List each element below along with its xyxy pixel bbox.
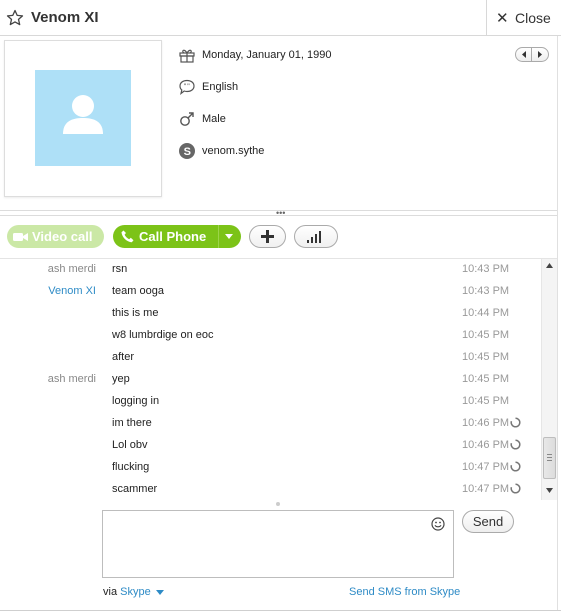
chevron-down-icon[interactable] — [225, 234, 233, 239]
message-row: ash merdi yep 10:45 PM — [0, 369, 541, 391]
via-prefix: via — [103, 586, 118, 598]
call-split-divider — [218, 225, 219, 248]
message-text: Lol obv — [112, 439, 148, 451]
message-time: 10:44 PM — [462, 307, 510, 319]
message-text: team ooga — [112, 285, 164, 297]
message-text: scammer — [112, 483, 158, 495]
message-row: im there 10:46 PM — [0, 413, 541, 435]
send-via-selector: via Skype — [103, 586, 164, 598]
compose-resize-handle[interactable] — [276, 502, 280, 506]
gender-value: Male — [202, 113, 226, 125]
scroll-up-arrow-icon[interactable] — [546, 263, 553, 268]
message-text: w8 lumbrdige on eoc — [112, 329, 214, 341]
call-quality-button[interactable] — [294, 225, 338, 248]
message-time: 10:45 PM — [462, 329, 510, 341]
spinner-icon — [510, 439, 521, 450]
call-phone-button[interactable]: Call Phone — [113, 225, 241, 248]
close-icon: ✕ — [496, 10, 509, 27]
message-row: w8 lumbrdige on eoc 10:45 PM — [0, 325, 541, 347]
spinner-icon — [510, 461, 521, 472]
message-time: 10:46 PM — [462, 417, 510, 429]
spinner-icon — [510, 417, 521, 428]
speech-bubble-icon: " " — [179, 79, 195, 96]
message-sender[interactable]: ash merdi — [48, 373, 96, 385]
message-text: logging in — [112, 395, 160, 407]
message-time: 10:45 PM — [462, 373, 510, 385]
message-row: after 10:45 PM — [0, 347, 541, 369]
message-sender[interactable]: Venom XI — [48, 285, 96, 297]
chevron-down-icon[interactable] — [155, 589, 164, 595]
message-row: Lol obv 10:46 PM — [0, 435, 541, 457]
avatar-frame — [4, 40, 162, 197]
conversation-header: Venom XI ✕ Close — [0, 0, 561, 36]
message-row: Venom XI team ooga 10:43 PM — [0, 281, 541, 303]
chat-scrollbar[interactable] — [541, 259, 557, 500]
male-symbol-icon — [180, 112, 194, 126]
message-row: logging in 10:45 PM — [0, 391, 541, 413]
message-text: flucking — [112, 461, 150, 473]
message-row: this is me 10:44 PM — [0, 303, 541, 325]
message-row: scammer 10:47 PM — [0, 479, 541, 500]
contact-name-title: Venom XI — [31, 9, 99, 26]
star-icon[interactable] — [6, 9, 24, 27]
message-time: 10:43 PM — [462, 285, 510, 297]
message-sender[interactable]: ash merdi — [48, 263, 96, 275]
message-input[interactable] — [102, 510, 454, 578]
window-right-edge — [557, 36, 558, 610]
gift-icon — [179, 49, 195, 63]
send-button[interactable]: Send — [462, 510, 514, 533]
spinner-icon — [510, 483, 521, 494]
message-text: yep — [112, 373, 130, 385]
svg-text:": " — [187, 84, 190, 91]
profile-nav-arrows — [515, 47, 549, 62]
video-call-label: Video call — [32, 229, 93, 244]
close-label: Close — [515, 10, 551, 26]
video-camera-icon — [13, 233, 28, 241]
message-text: rsn — [112, 263, 128, 275]
scrollbar-thumb[interactable] — [543, 437, 556, 479]
next-arrow-button[interactable] — [532, 48, 548, 61]
scroll-down-arrow-icon[interactable] — [546, 488, 553, 493]
close-button[interactable]: ✕ Close — [486, 0, 561, 36]
send-sms-link[interactable]: Send SMS from Skype — [349, 586, 460, 598]
window-bottom-edge — [0, 610, 561, 611]
chevron-right-icon — [538, 51, 542, 58]
skype-name-value: venom.sythe — [202, 145, 265, 157]
default-user-icon — [63, 95, 103, 134]
video-call-button[interactable]: Video call — [7, 225, 104, 248]
message-row: ash merdi rsn 10:43 PM — [0, 259, 541, 281]
message-time: 10:47 PM — [462, 483, 510, 495]
plus-icon — [261, 230, 274, 243]
phone-icon — [121, 230, 134, 243]
smiley-icon[interactable] — [431, 517, 445, 531]
message-time: 10:47 PM — [462, 461, 510, 473]
via-skype-link[interactable]: Skype — [120, 586, 151, 598]
callbar-divider — [0, 215, 557, 216]
svg-text:S: S — [184, 146, 191, 158]
message-text: this is me — [112, 307, 159, 319]
add-participant-button[interactable] — [249, 225, 286, 248]
call-phone-label: Call Phone — [139, 229, 207, 244]
message-time: 10:45 PM — [462, 351, 510, 363]
signal-bars-icon — [307, 231, 321, 243]
message-row: flucking 10:47 PM — [0, 457, 541, 479]
birthday-value: Monday, January 01, 1990 — [202, 49, 332, 61]
message-text: after — [112, 351, 135, 363]
prev-arrow-button[interactable] — [516, 48, 532, 61]
message-time: 10:45 PM — [462, 395, 510, 407]
chevron-left-icon — [522, 51, 526, 58]
avatar — [35, 70, 131, 166]
skype-icon: S — [179, 143, 195, 159]
message-time: 10:43 PM — [462, 263, 510, 275]
chat-history[interactable]: ash merdi rsn 10:43 PM Venom XI team ooga 10:… — [0, 259, 541, 500]
message-text: im there — [112, 417, 152, 429]
language-value: English — [202, 81, 239, 93]
message-time: 10:46 PM — [462, 439, 510, 451]
